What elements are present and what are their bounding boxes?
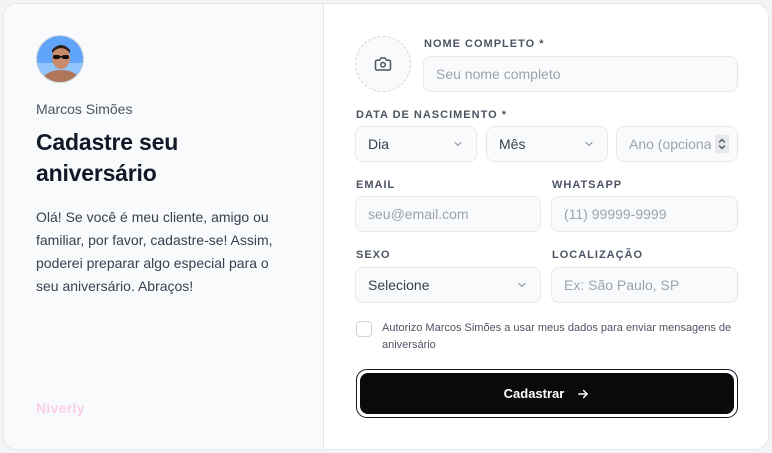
full-name-label: NOME COMPLETO * <box>424 38 545 50</box>
welcome-message: Olá! Se você é meu cliente, amigo ou fam… <box>36 209 273 294</box>
owner-name: Marcos Simões <box>36 101 133 117</box>
brand-logo: Niverly <box>36 400 85 416</box>
photo-upload-button[interactable] <box>355 36 411 92</box>
full-name-placeholder: Seu nome completo <box>436 66 561 82</box>
year-stepper[interactable] <box>715 135 729 153</box>
birth-year-input[interactable]: Ano (opcional) <box>616 126 738 162</box>
avatar <box>36 35 84 83</box>
location-label: LOCALIZAÇÃO <box>552 249 644 261</box>
birth-day-select[interactable]: Dia <box>355 126 477 162</box>
whatsapp-input[interactable]: (11) 99999-9999 <box>551 196 738 232</box>
chevron-down-icon <box>518 282 526 288</box>
profile-panel: Marcos Simões Cadastre seu aniversário O… <box>4 4 324 449</box>
birth-year-placeholder: Ano (opcional) <box>629 136 711 152</box>
gender-value: Selecione <box>368 277 430 293</box>
email-placeholder: seu@email.com <box>368 206 469 222</box>
birth-date-label: DATA DE NASCIMENTO * <box>356 109 507 121</box>
whatsapp-label: WHATSAPP <box>552 179 623 191</box>
submit-label: Cadastrar <box>503 386 565 401</box>
submit-focus-ring: Cadastrar <box>356 369 738 418</box>
consent-checkbox[interactable] <box>356 321 372 337</box>
arrow-right-icon <box>578 389 589 398</box>
gender-label: SEXO <box>356 249 391 261</box>
gender-select[interactable]: Selecione <box>355 267 541 303</box>
location-input[interactable]: Ex: São Paulo, SP <box>551 267 738 303</box>
birth-day-value: Dia <box>368 136 390 152</box>
birth-month-select[interactable]: Mês <box>486 126 608 162</box>
page-title: Cadastre seu aniversário <box>36 129 179 186</box>
full-name-input[interactable]: Seu nome completo <box>423 56 738 92</box>
email-label: EMAIL <box>356 179 396 191</box>
chevron-down-icon <box>585 141 593 147</box>
camera-icon <box>374 57 392 71</box>
signup-card: Marcos Simões Cadastre seu aniversário O… <box>3 3 769 450</box>
consent-label: Autorizo Marcos Simões a usar meus dados… <box>382 322 732 351</box>
chevron-down-icon <box>454 141 462 147</box>
location-placeholder: Ex: São Paulo, SP <box>564 277 680 293</box>
submit-button[interactable]: Cadastrar <box>360 373 734 414</box>
email-input[interactable]: seu@email.com <box>355 196 541 232</box>
signup-form: NOME COMPLETO * Seu nome completo DATA D… <box>324 4 768 449</box>
whatsapp-placeholder: (11) 99999-9999 <box>564 206 667 222</box>
birth-month-value: Mês <box>499 136 526 152</box>
